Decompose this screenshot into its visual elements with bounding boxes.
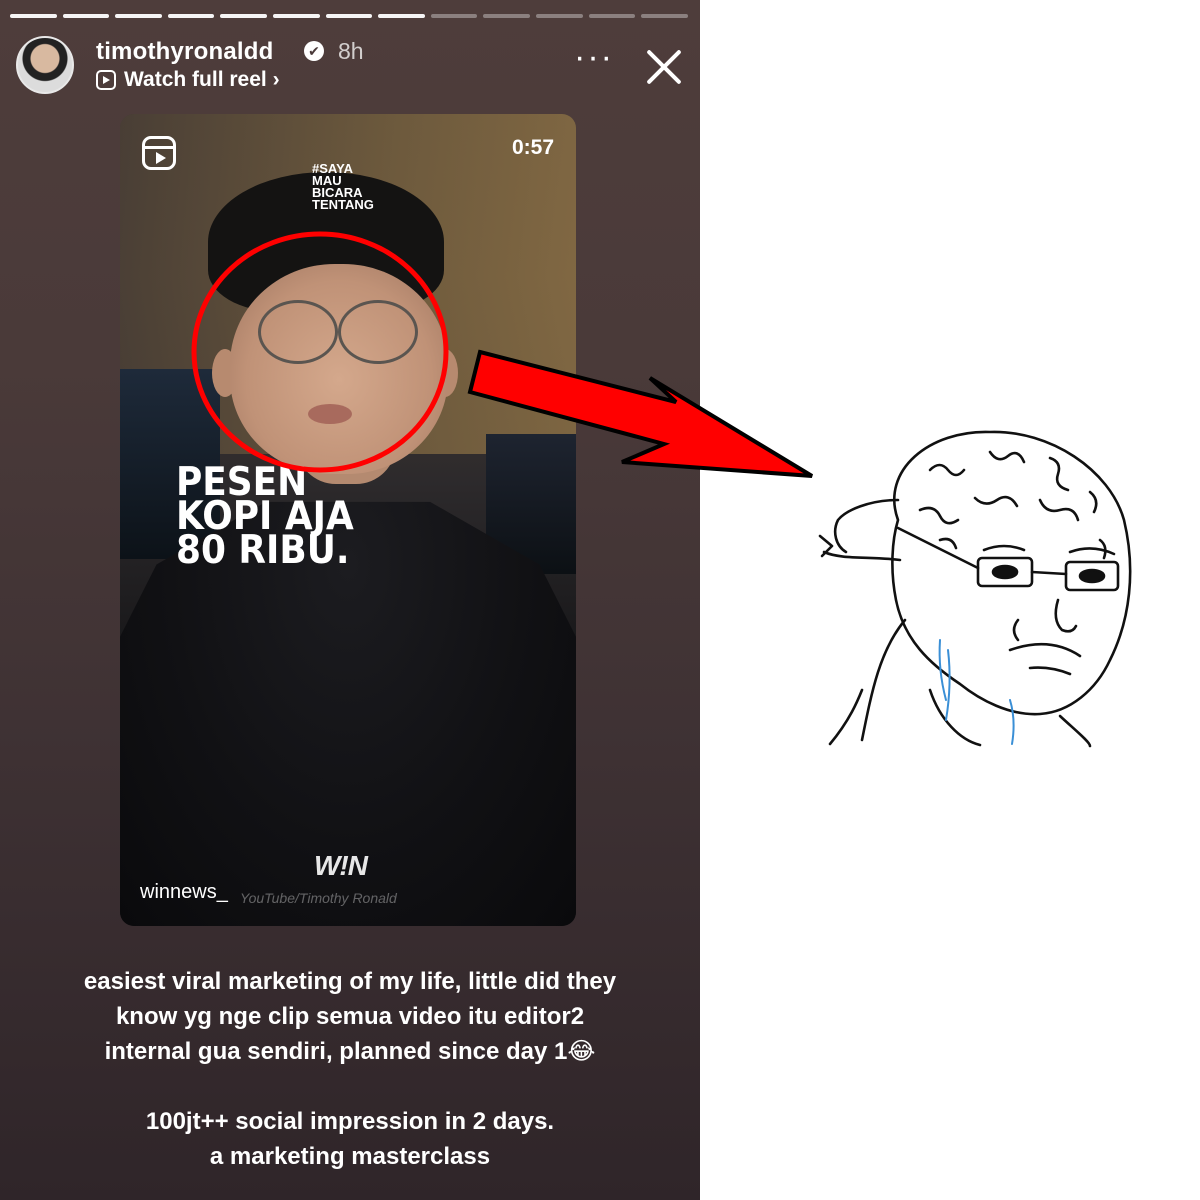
progress-segment [167,14,215,18]
caption-line: easiest viral marketing of my life, litt… [83,968,617,995]
story-caption: 100jt++ social impression in 2 days. a m… [0,1104,700,1174]
caption-line: a marketing masterclass [209,1143,491,1170]
headline-line: 80 RIBU. [176,528,350,573]
progress-segment [483,14,531,18]
reel-icon [142,136,176,170]
caption-line: know yg nge clip semua video itu editor2 [115,1003,585,1030]
reel-icon [96,70,116,90]
profile-avatar[interactable] [16,36,74,94]
progress-segment [220,14,268,18]
progress-segment [588,14,636,18]
hashtag-line: TENTANG [312,197,374,212]
wojak-brain-drawing [818,430,1132,748]
caption-line: 100jt++ social impression in 2 days. [145,1108,555,1135]
reel-handle: winnews_ [140,881,228,903]
watch-full-reel-label: Watch full reel › [124,68,280,91]
story-header: timothyronaldd ✔ 8h Watch full reel › ··… [16,36,684,96]
person-face [230,264,448,474]
person-mouth [308,404,352,424]
post-time: 8h [338,38,364,64]
win-logo: W!N [314,850,368,881]
verified-badge-icon: ✔ [304,41,324,61]
progress-segment [273,14,320,18]
story-progress-bar [10,14,688,19]
close-icon[interactable] [644,46,684,86]
progress-segment [10,14,57,18]
reel-headline: PESEN KOPI AJA 80 RIBU. [176,463,354,573]
watch-full-reel-link[interactable]: Watch full reel › [96,68,280,92]
progress-segment [115,14,162,18]
username[interactable]: timothyronaldd [96,38,273,66]
progress-segment [325,14,373,18]
story-caption: easiest viral marketing of my life, litt… [0,964,700,1069]
reel-preview[interactable]: 0:57 #SAYA MAU BICARA TENTANG PESEN KOPI… [120,114,576,926]
glasses-lens [258,300,338,364]
progress-segment [641,14,688,18]
caption-line: internal gua sendiri, planned since day … [104,1038,596,1065]
glasses-lens [338,300,418,364]
progress-segment [378,14,425,18]
reel-hashtag: #SAYA MAU BICARA TENTANG [312,162,392,212]
reel-duration: 0:57 [511,136,554,159]
tears-drawing [938,639,1015,745]
more-icon[interactable]: ··· [574,40,614,74]
progress-segment [536,14,583,18]
instagram-story: timothyronaldd ✔ 8h Watch full reel › ··… [0,0,700,1200]
progress-segment [62,14,110,18]
progress-segment [430,14,478,18]
